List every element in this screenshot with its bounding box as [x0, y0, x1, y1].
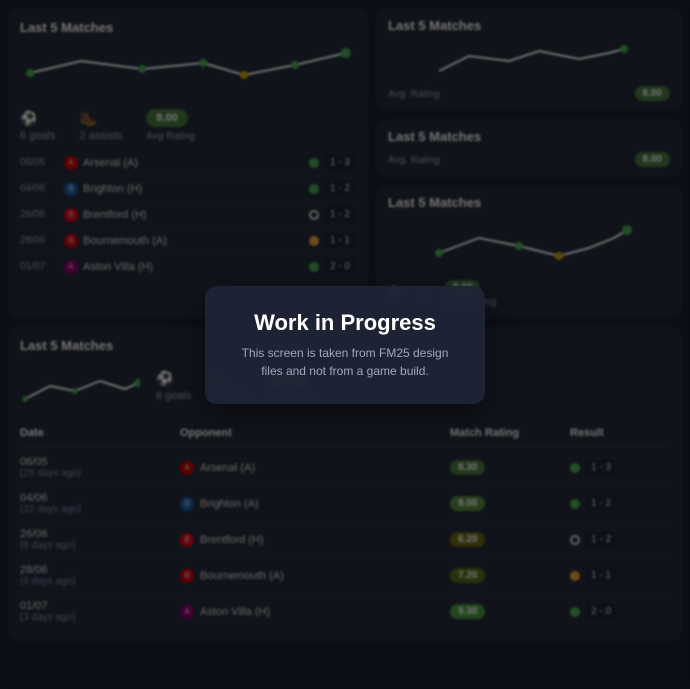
wip-title: Work in Progress	[237, 310, 453, 336]
wip-box: Work in Progress This screen is taken fr…	[205, 286, 485, 404]
wip-overlay: Work in Progress This screen is taken fr…	[0, 0, 690, 689]
wip-description: This screen is taken from FM25 design fi…	[237, 344, 453, 380]
